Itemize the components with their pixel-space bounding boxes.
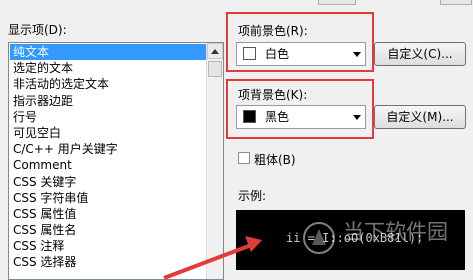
list-item[interactable]: 可见空白 — [10, 125, 206, 141]
list-item[interactable]: 非活动的选定文本 — [10, 76, 206, 92]
list-item[interactable]: C/C++ 用户关键字 — [10, 141, 206, 157]
list-item[interactable]: CSS 字符串值 — [10, 190, 206, 206]
list-item[interactable]: Comment — [10, 157, 206, 173]
list-item[interactable]: CSS 关键字 — [10, 174, 206, 190]
watermark-logo-icon — [303, 222, 335, 254]
watermark: 当下软件园 — [298, 209, 468, 269]
background-custom-button[interactable]: 自定义(M)... — [374, 105, 466, 129]
foreground-custom-button[interactable]: 自定义(C)... — [374, 42, 466, 66]
list-item[interactable]: 行号 — [10, 109, 206, 125]
highlight-box-background — [226, 79, 374, 139]
list-item[interactable]: 选定的文本 — [10, 60, 206, 76]
watermark-text: 当下软件园 — [343, 220, 448, 244]
scroll-thumb[interactable] — [208, 61, 222, 77]
sample-label: 示例: — [238, 189, 267, 203]
bold-label: 粗体(B) — [254, 153, 296, 167]
chevron-up-icon — [211, 48, 219, 54]
display-items-label: 显示项(D): — [8, 23, 67, 37]
annotation-arrow-icon — [163, 236, 262, 280]
list-item[interactable]: 纯文本 — [10, 44, 206, 61]
top-edge-fragment — [318, 0, 356, 5]
scroll-up-button[interactable] — [207, 43, 223, 59]
top-edge-fragment — [440, 0, 472, 5]
bold-checkbox[interactable] — [238, 152, 250, 164]
highlight-box-foreground — [226, 12, 374, 72]
list-item[interactable]: 指示器边距 — [10, 93, 206, 109]
